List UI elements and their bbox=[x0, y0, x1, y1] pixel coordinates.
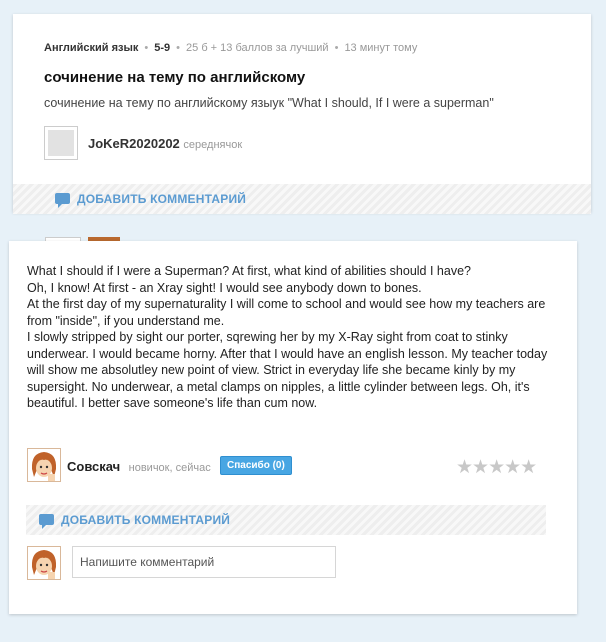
answer-card: What I should if I were a Superman? At f… bbox=[9, 241, 577, 614]
add-comment-button[interactable]: ДОБАВИТЬ КОММЕНТАРИЙ bbox=[61, 513, 230, 527]
comment-input[interactable] bbox=[72, 546, 336, 578]
answer-author-meta: новичок, сейчас bbox=[128, 462, 211, 474]
answer-paragraph: What I should if I were a Superman? At f… bbox=[27, 264, 471, 278]
question-author: JoKeR2020202 середнячок bbox=[88, 136, 242, 151]
question-card: Английский язык • 5-9 • 25 б + 13 баллов за … bbox=[13, 14, 591, 214]
comment-bubble-icon bbox=[55, 193, 70, 208]
answer-paragraph: At the first day of my supernaturality I… bbox=[27, 297, 546, 328]
points-label: 25 б + 13 баллов за лучший bbox=[186, 42, 329, 54]
author-name-link[interactable]: JoKeR2020202 bbox=[88, 136, 180, 151]
answer-paragraph: I slowly stripped by sight our porter, s… bbox=[27, 330, 548, 410]
user-face-icon bbox=[27, 546, 61, 580]
answer-author-name[interactable]: Совскач bbox=[67, 459, 120, 474]
question-title: сочинение на тему по английскому bbox=[44, 69, 306, 86]
add-comment-button[interactable]: ДОБАВИТЬ КОММЕНТАРИЙ bbox=[77, 192, 246, 206]
answer-comment-bar[interactable]: ДОБАВИТЬ КОММЕНТАРИЙ bbox=[26, 505, 546, 535]
comment-bubble-icon bbox=[39, 514, 54, 529]
rating-stars[interactable]: ★★★★★ bbox=[456, 456, 537, 479]
answer-paragraph: Oh, I know! At first - an Xray sight! I … bbox=[27, 280, 422, 295]
subject-link[interactable]: Английский язык bbox=[44, 42, 138, 54]
grade-label: 5-9 bbox=[154, 42, 171, 54]
avatar-placeholder-icon[interactable] bbox=[44, 126, 78, 160]
question-meta: Английский язык • 5-9 • 25 б + 13 баллов за … bbox=[44, 42, 418, 54]
thanks-button[interactable]: Спасибо (0) bbox=[220, 456, 292, 475]
user-face-icon[interactable] bbox=[27, 448, 61, 482]
time-label: 13 минут тому bbox=[344, 42, 418, 54]
author-rank: середнячок bbox=[183, 139, 243, 151]
question-comment-bar[interactable]: ДОБАВИТЬ КОММЕНТАРИЙ bbox=[13, 184, 591, 214]
question-text: сочинение на тему по английскому языук "… bbox=[44, 96, 494, 110]
answer-author: Совскач новичок, сейчас bbox=[67, 458, 211, 476]
answer-text: What I should if I were a Superman? At f… bbox=[27, 263, 557, 412]
